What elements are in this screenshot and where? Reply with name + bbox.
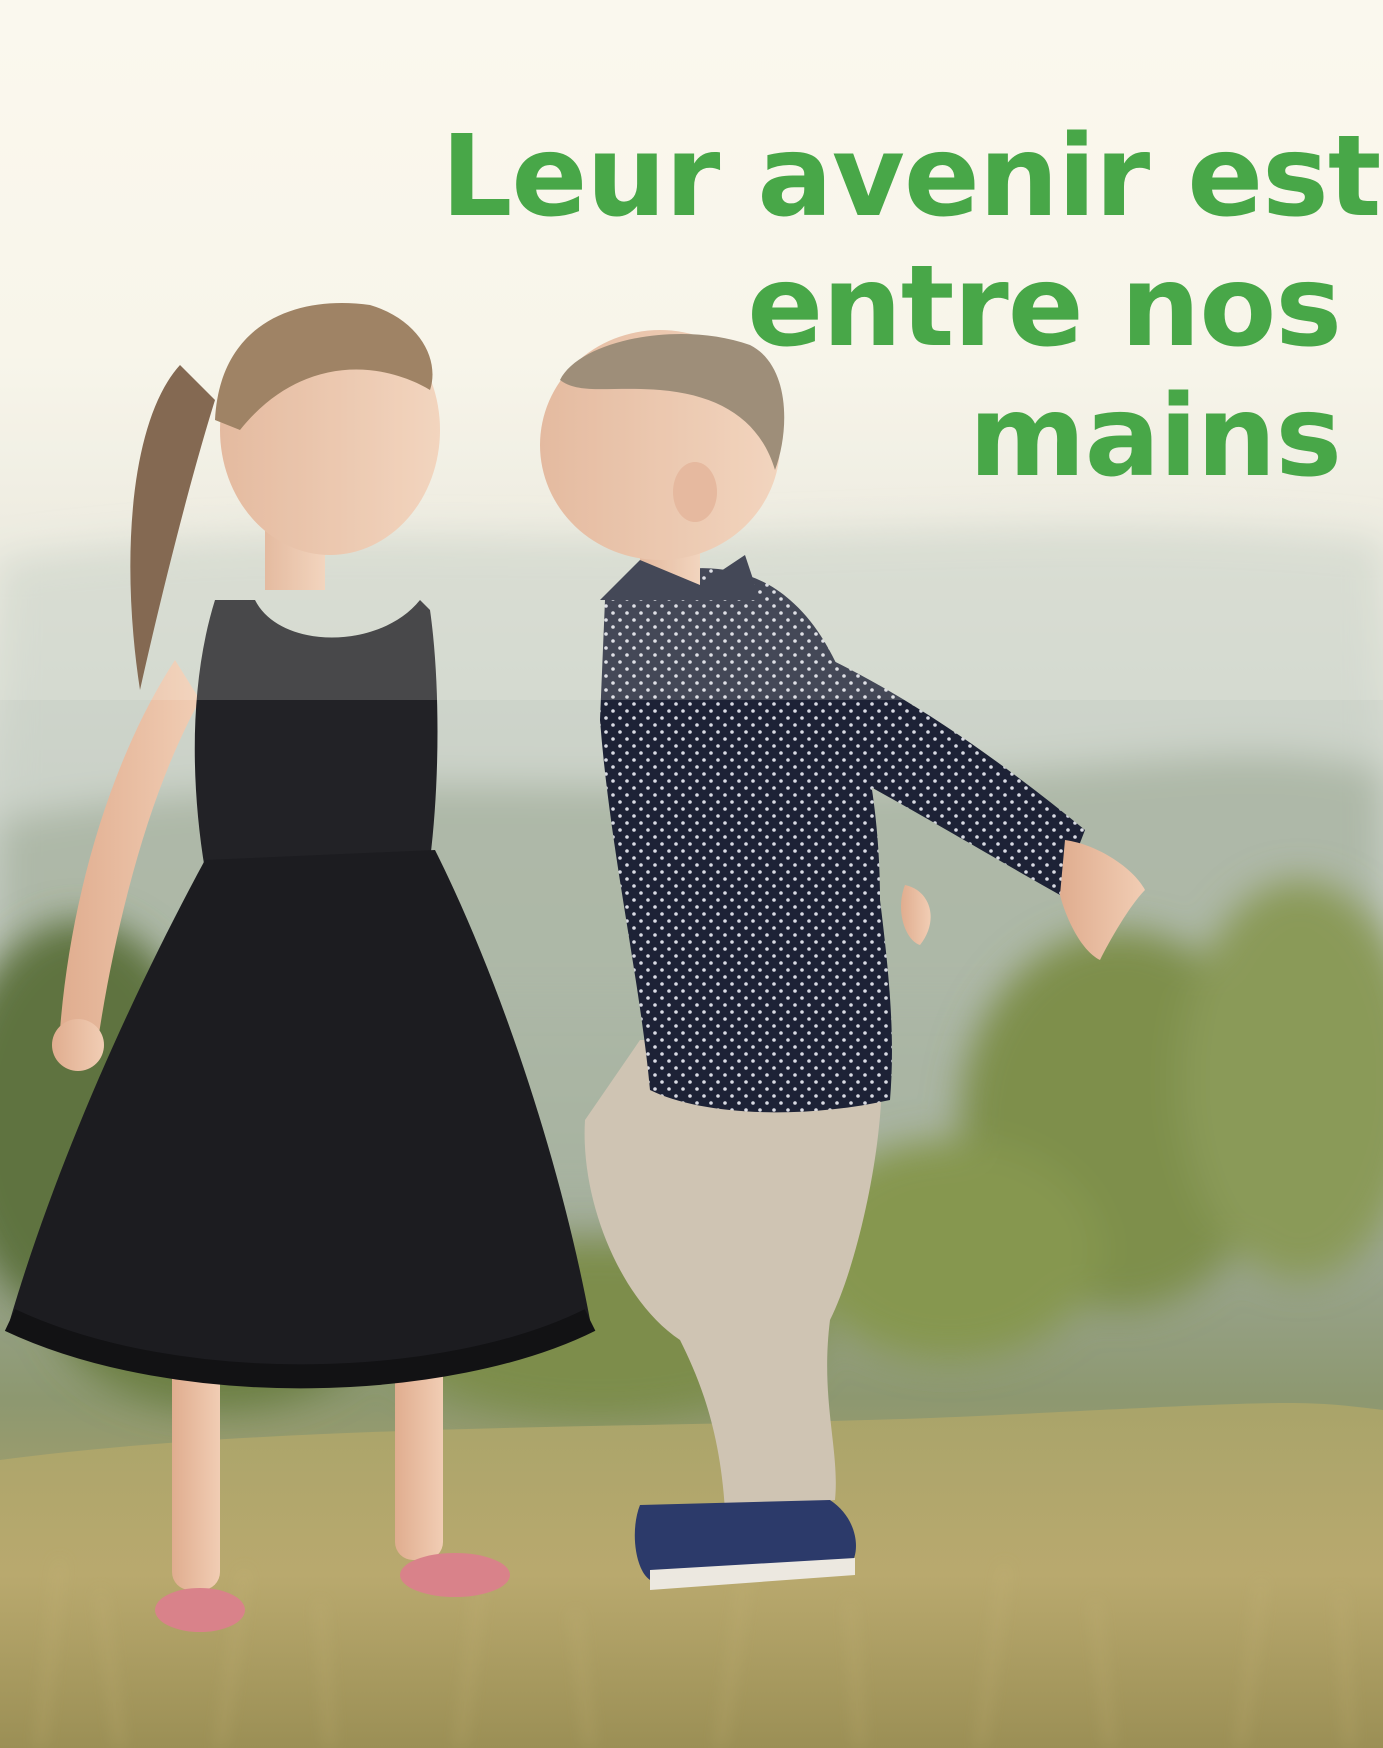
headline-line-1: Leur avenir est [441, 112, 1381, 242]
headline-line-3: mains [968, 372, 1342, 502]
headline: Leur avenir est entre nos mains [441, 112, 1381, 502]
headline-line-2: entre nos [747, 242, 1342, 372]
poster: Leur avenir est entre nos mains [0, 0, 1383, 1748]
